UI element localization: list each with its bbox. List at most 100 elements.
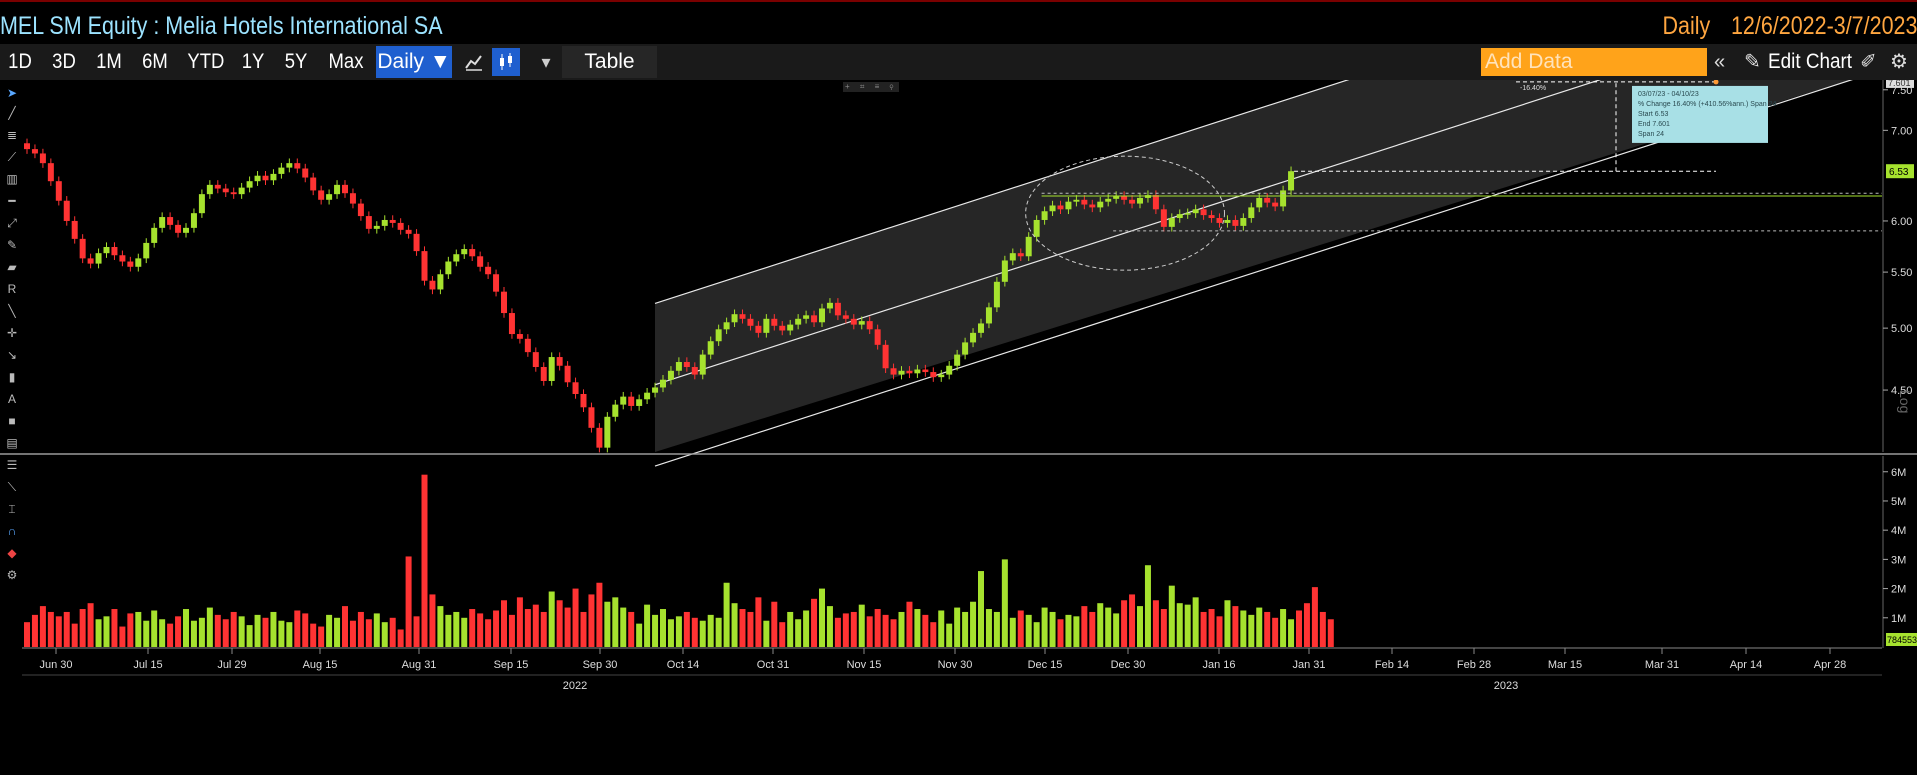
candle-up bbox=[1176, 214, 1183, 219]
candle-up bbox=[95, 253, 102, 264]
volume-bar-up bbox=[898, 611, 905, 647]
volume-bar-down bbox=[262, 617, 269, 647]
frequency-dropdown[interactable]: Daily ▼ bbox=[376, 46, 452, 78]
period-max-button[interactable]: Max bbox=[328, 46, 365, 78]
candle-up bbox=[278, 167, 285, 174]
volume-bar-up bbox=[644, 604, 651, 647]
date-tick-label: Aug 15 bbox=[303, 659, 338, 671]
volume-bar-down bbox=[1129, 594, 1136, 647]
candle-up bbox=[1192, 209, 1199, 214]
volume-bar-up bbox=[278, 620, 285, 647]
table-button[interactable]: Table bbox=[562, 46, 657, 78]
date-tick-label: Feb 28 bbox=[1457, 659, 1491, 671]
period-1m-button[interactable]: 1M bbox=[95, 46, 123, 78]
volume-bar-down bbox=[357, 611, 364, 647]
candle-down bbox=[1017, 253, 1024, 257]
period-display[interactable]: Daily 12/6/2022-3/7/2023 bbox=[1641, 12, 1917, 41]
volume-bar-down bbox=[1319, 611, 1326, 647]
candle-down bbox=[683, 362, 690, 368]
candle-up bbox=[143, 242, 150, 259]
volume-bar-down bbox=[874, 609, 881, 647]
add-data-input[interactable] bbox=[1481, 48, 1707, 76]
volume-bar-up bbox=[437, 606, 444, 647]
chart-mini-toolbar[interactable]: + ⌗ ≡ ⚲ bbox=[843, 82, 900, 92]
chart-toolbar: 1D 3D 1M 6M YTD 1Y 5Y Max Daily ▼ ▾ Tabl… bbox=[0, 44, 1917, 80]
date-tick-label: Jul 29 bbox=[217, 659, 246, 671]
volume-bar-up bbox=[938, 610, 945, 647]
candle-up bbox=[238, 187, 245, 195]
measurement-tooltip-line: End 7.601 bbox=[1638, 121, 1670, 128]
volume-bar-down bbox=[882, 614, 889, 647]
volume-bar-down bbox=[834, 617, 841, 647]
volume-bar-down bbox=[755, 597, 762, 647]
volume-bar-down bbox=[167, 623, 174, 647]
candle-up bbox=[334, 184, 341, 195]
candle-down bbox=[349, 193, 356, 204]
volume-bar-up bbox=[604, 601, 611, 647]
pencil-icon[interactable]: ✎ bbox=[1744, 48, 1761, 76]
candle-down bbox=[850, 318, 857, 325]
volume-bar-down bbox=[397, 629, 404, 647]
date-tick-label: Sep 30 bbox=[583, 659, 618, 671]
candle-up bbox=[1240, 218, 1247, 226]
candle-up bbox=[858, 321, 865, 325]
dropdown-icon[interactable]: ▾ bbox=[532, 48, 560, 76]
price-chart[interactable]: -16.40% 03/07/23 - 04/10/23 % Change 16.40… bbox=[0, 80, 1917, 775]
candle-up bbox=[1033, 219, 1040, 237]
volume-bar-up bbox=[1113, 613, 1120, 647]
volume-bar-down bbox=[31, 614, 38, 647]
period-6m-button[interactable]: 6M bbox=[139, 46, 171, 78]
date-tick-label: Aug 31 bbox=[402, 659, 437, 671]
period-5y-button[interactable]: 5Y bbox=[282, 46, 310, 78]
collapse-icon[interactable]: « bbox=[1714, 48, 1725, 76]
volume-tick-label: 2M bbox=[1891, 584, 1906, 596]
candle-down bbox=[747, 318, 754, 326]
frequency-label: Daily bbox=[1662, 12, 1710, 40]
price-tick-label: 7.00 bbox=[1891, 125, 1912, 137]
volume-bar-down bbox=[318, 626, 325, 647]
target-price-label: 7.601 bbox=[1888, 80, 1911, 88]
period-3d-button[interactable]: 3D bbox=[50, 46, 78, 78]
candle-down bbox=[262, 175, 269, 181]
candle-up bbox=[604, 416, 611, 448]
volume-bar-down bbox=[1081, 606, 1088, 647]
volume-bar-up bbox=[334, 617, 341, 647]
candle-up bbox=[675, 362, 682, 371]
volume-bar-up bbox=[1240, 610, 1247, 647]
volume-bar-up bbox=[190, 620, 197, 647]
volume-bar-down bbox=[580, 611, 587, 647]
volume-bar-down bbox=[842, 613, 849, 647]
candle-down bbox=[779, 325, 786, 331]
volume-bar-up bbox=[667, 619, 674, 647]
edit-icon[interactable]: ✐ bbox=[1860, 48, 1877, 76]
candle-up bbox=[1137, 197, 1143, 204]
volume-tick-label: 1M bbox=[1891, 613, 1906, 625]
period-1d-button[interactable]: 1D bbox=[6, 46, 34, 78]
volume-bar-down bbox=[1017, 610, 1024, 647]
candle-up bbox=[151, 227, 158, 243]
volume-bar-up bbox=[620, 607, 627, 647]
candle-chart-icon[interactable] bbox=[492, 48, 520, 76]
volume-bar-up bbox=[1041, 607, 1048, 647]
period-ytd-button[interactable]: YTD bbox=[187, 46, 224, 78]
candle-up bbox=[731, 314, 738, 323]
volume-bar-up bbox=[1288, 619, 1295, 647]
volume-bar-down bbox=[47, 611, 54, 647]
volume-bar-up bbox=[254, 614, 261, 647]
candle-down bbox=[421, 251, 428, 281]
volume-bar-up bbox=[707, 614, 714, 647]
edit-chart-button[interactable]: Edit Chart bbox=[1768, 46, 1852, 78]
line-chart-icon[interactable] bbox=[460, 48, 488, 76]
volume-bar-up bbox=[1073, 616, 1080, 647]
candle-down bbox=[63, 200, 70, 221]
period-1y-button[interactable]: 1Y bbox=[239, 46, 267, 78]
candle-down bbox=[175, 224, 182, 233]
last-price-label: 6.53 bbox=[1889, 167, 1909, 178]
gear-icon[interactable]: ⚙ bbox=[1890, 48, 1908, 76]
price-tick-label: 5.50 bbox=[1891, 267, 1912, 279]
volume-bar-up bbox=[270, 611, 277, 647]
candle-down bbox=[540, 367, 547, 381]
candle-up bbox=[1001, 260, 1008, 282]
volume-bar-up bbox=[135, 611, 142, 647]
volume-bar-down bbox=[906, 601, 913, 647]
